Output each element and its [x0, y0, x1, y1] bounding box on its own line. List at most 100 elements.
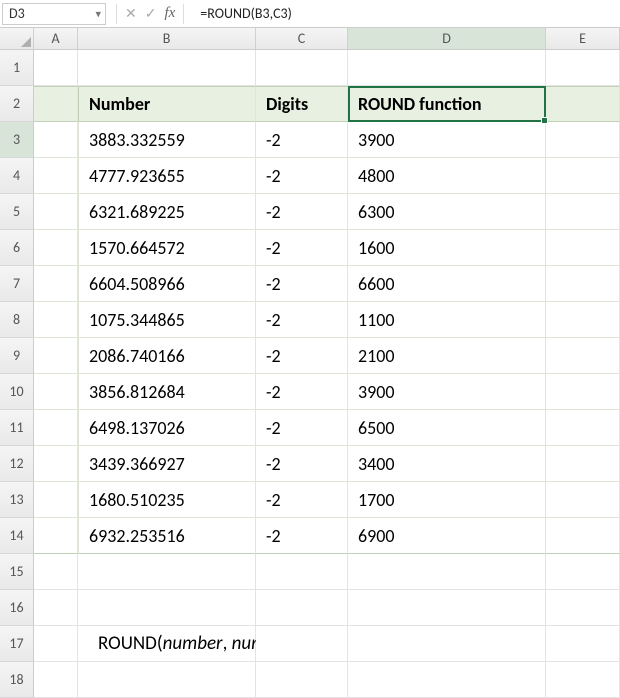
cell-B1[interactable] [78, 50, 256, 86]
cell-D1[interactable] [348, 50, 546, 86]
cell-result[interactable]: 1600 [348, 230, 546, 266]
cell-digits[interactable]: -2 [256, 410, 348, 446]
cell-E13[interactable] [546, 482, 620, 518]
cell-E6[interactable] [546, 230, 620, 266]
cell-number[interactable]: 3883.332559 [78, 122, 256, 158]
row-header-7[interactable]: 7 [0, 266, 34, 302]
cell-digits[interactable]: -2 [256, 518, 348, 554]
cell-E12[interactable] [546, 446, 620, 482]
cell-number[interactable]: 1680.510235 [78, 482, 256, 518]
cell-result[interactable]: 6600 [348, 266, 546, 302]
cell-digits[interactable]: -2 [256, 194, 348, 230]
cell-B16[interactable] [78, 590, 256, 626]
cell-result[interactable]: 2100 [348, 338, 546, 374]
row-header-14[interactable]: 14 [0, 518, 34, 554]
cell-digits[interactable]: -2 [256, 482, 348, 518]
cell-digits[interactable]: -2 [256, 374, 348, 410]
cell-D16[interactable] [348, 590, 546, 626]
cell-E4[interactable] [546, 158, 620, 194]
cell-D18[interactable] [348, 662, 546, 698]
row-header-3[interactable]: 3 [0, 122, 34, 158]
cell-E18[interactable] [546, 662, 620, 698]
cell-result[interactable]: 6500 [348, 410, 546, 446]
cell-D17[interactable] [348, 626, 546, 662]
cell-digits[interactable]: -2 [256, 158, 348, 194]
cell-A8[interactable] [34, 302, 78, 338]
cell-result[interactable]: 3900 [348, 374, 546, 410]
cell-E5[interactable] [546, 194, 620, 230]
cell-A12[interactable] [34, 446, 78, 482]
cell-D15[interactable] [348, 554, 546, 590]
cell-B17[interactable]: ROUND(number, num_digits ) [78, 626, 256, 662]
cell-result[interactable]: 3400 [348, 446, 546, 482]
row-header-8[interactable]: 8 [0, 302, 34, 338]
row-header-1[interactable]: 1 [0, 50, 34, 86]
cell-number[interactable]: 3856.812684 [78, 374, 256, 410]
row-header-2[interactable]: 2 [0, 86, 34, 122]
cell-B18[interactable] [78, 662, 256, 698]
cell-E15[interactable] [546, 554, 620, 590]
cell-E7[interactable] [546, 266, 620, 302]
cell-A17[interactable] [34, 626, 78, 662]
cell-C17[interactable] [256, 626, 348, 662]
cell-result[interactable]: 1100 [348, 302, 546, 338]
row-header-15[interactable]: 15 [0, 554, 34, 590]
cell-result[interactable]: 4800 [348, 158, 546, 194]
cell-E10[interactable] [546, 374, 620, 410]
cell-A18[interactable] [34, 662, 78, 698]
cell-E3[interactable] [546, 122, 620, 158]
cell-A9[interactable] [34, 338, 78, 374]
cell-E1[interactable] [546, 50, 620, 86]
row-header-17[interactable]: 17 [0, 626, 34, 662]
cell-A2[interactable] [34, 86, 78, 122]
cell-number[interactable]: 6932.253516 [78, 518, 256, 554]
row-header-6[interactable]: 6 [0, 230, 34, 266]
cell-A13[interactable] [34, 482, 78, 518]
cell-A1[interactable] [34, 50, 78, 86]
cell-digits[interactable]: -2 [256, 446, 348, 482]
cell-C1[interactable] [256, 50, 348, 86]
cell-A3[interactable] [34, 122, 78, 158]
col-header-C[interactable]: C [256, 28, 348, 49]
row-header-9[interactable]: 9 [0, 338, 34, 374]
cell-E16[interactable] [546, 590, 620, 626]
cell-E11[interactable] [546, 410, 620, 446]
cell-A7[interactable] [34, 266, 78, 302]
row-header-10[interactable]: 10 [0, 374, 34, 410]
formula-input[interactable]: =ROUND(B3,C3) [194, 5, 620, 22]
cell-E14[interactable] [546, 518, 620, 554]
accept-icon[interactable]: ✓ [145, 5, 157, 22]
cell-A14[interactable] [34, 518, 78, 554]
row-header-18[interactable]: 18 [0, 662, 34, 698]
cell-A15[interactable] [34, 554, 78, 590]
cell-digits[interactable]: -2 [256, 302, 348, 338]
col-header-D[interactable]: D [348, 28, 546, 49]
spreadsheet-grid[interactable]: A B C D E 12NumberDigitsROUND function33… [0, 28, 620, 698]
cell-A5[interactable] [34, 194, 78, 230]
cell-A11[interactable] [34, 410, 78, 446]
cell-digits[interactable]: -2 [256, 338, 348, 374]
row-header-12[interactable]: 12 [0, 446, 34, 482]
cell-result[interactable]: 3900 [348, 122, 546, 158]
cell-A6[interactable] [34, 230, 78, 266]
select-all-button[interactable] [0, 28, 34, 49]
cell-A10[interactable] [34, 374, 78, 410]
row-header-11[interactable]: 11 [0, 410, 34, 446]
header-digits[interactable]: Digits [256, 86, 348, 122]
row-header-5[interactable]: 5 [0, 194, 34, 230]
col-header-B[interactable]: B [78, 28, 256, 49]
cell-digits[interactable]: -2 [256, 230, 348, 266]
cell-digits[interactable]: -2 [256, 266, 348, 302]
cell-E9[interactable] [546, 338, 620, 374]
cell-number[interactable]: 1570.664572 [78, 230, 256, 266]
cell-C18[interactable] [256, 662, 348, 698]
chevron-down-icon[interactable]: ▾ [95, 8, 101, 19]
cell-digits[interactable]: -2 [256, 122, 348, 158]
cell-E8[interactable] [546, 302, 620, 338]
cell-result[interactable]: 1700 [348, 482, 546, 518]
header-result[interactable]: ROUND function [348, 86, 546, 122]
col-header-A[interactable]: A [34, 28, 78, 49]
cell-result[interactable]: 6900 [348, 518, 546, 554]
cell-A16[interactable] [34, 590, 78, 626]
cell-number[interactable]: 1075.344865 [78, 302, 256, 338]
